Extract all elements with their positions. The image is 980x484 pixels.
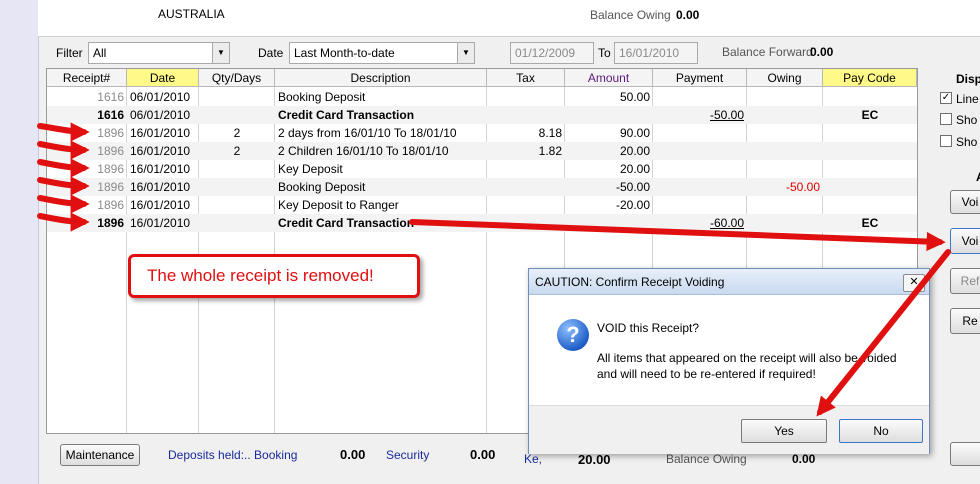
row-arrow-icon — [37, 140, 90, 160]
row-arrow-icon — [37, 122, 90, 142]
annotation-arrows — [37, 122, 951, 417]
pointer-arrow-icon — [409, 219, 946, 252]
row-arrow-icon — [37, 194, 90, 214]
row-arrow-icon — [37, 176, 90, 196]
row-arrow-icon — [37, 158, 90, 178]
row-arrow-icon — [37, 212, 90, 232]
pointer-arrow-icon — [816, 249, 951, 417]
